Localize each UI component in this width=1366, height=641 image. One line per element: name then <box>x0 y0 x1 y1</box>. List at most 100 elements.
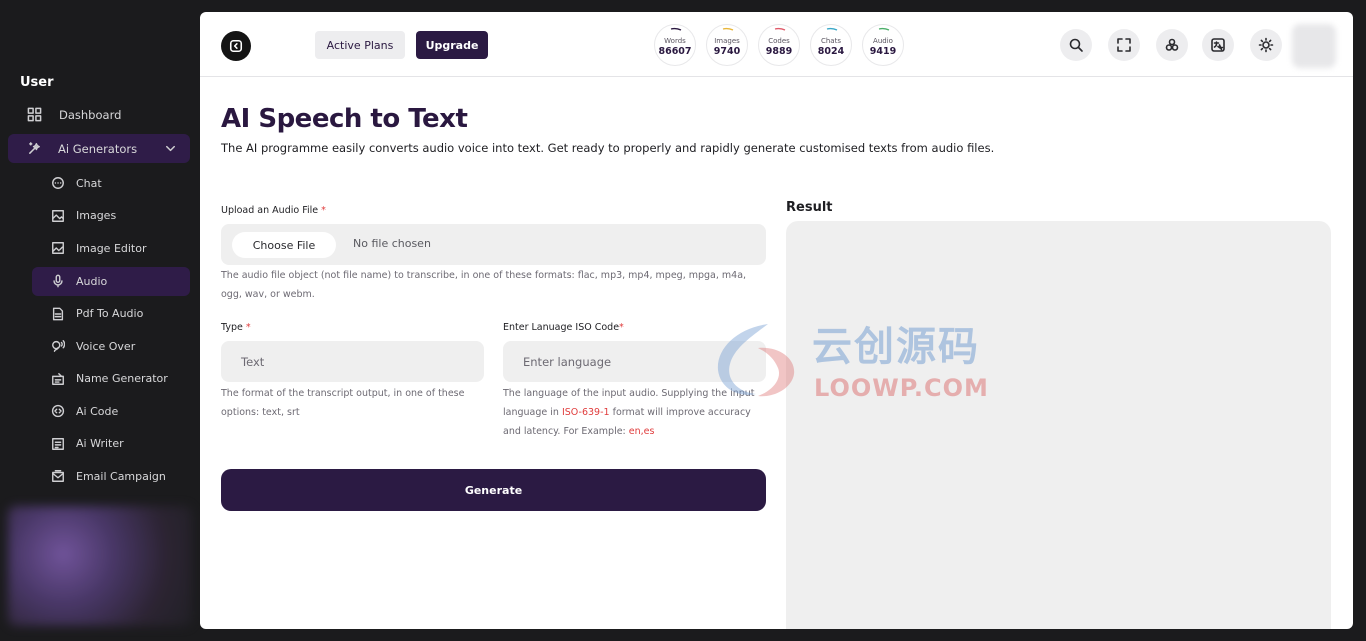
generate-button[interactable]: Generate <box>221 469 766 511</box>
sidebar-item-label: Voice Over <box>76 339 136 353</box>
sidebar-item-label: Ai Writer <box>76 437 124 451</box>
upload-label-text: Upload an Audio File <box>221 205 319 216</box>
stat-value: 8024 <box>817 46 845 57</box>
sidebar-item-label: Email Campaign <box>76 469 166 483</box>
sidebar-item-label: Chat <box>76 176 102 190</box>
topbar: Active Plans Upgrade Words 86607 Images … <box>200 12 1353 77</box>
image-icon <box>50 208 66 224</box>
image-editor-icon <box>50 240 66 256</box>
sun-icon <box>1258 37 1274 53</box>
stat-value: 9889 <box>765 46 793 57</box>
language-input[interactable]: Enter language <box>503 341 766 382</box>
avatar[interactable] <box>1292 24 1336 68</box>
language-placeholder: Enter language <box>523 354 612 369</box>
code-icon <box>50 403 66 419</box>
sidebar-heading: User <box>20 75 54 90</box>
required-mark: * <box>619 322 624 333</box>
usage-stats: Words 86607 Images 9740 Codes 9889 Chats… <box>654 24 904 66</box>
file-status: No file chosen <box>353 237 431 250</box>
sidebar-item-label: Images <box>76 209 117 223</box>
stat-label: Audio <box>873 37 893 45</box>
stat-codes: Codes 9889 <box>758 24 800 66</box>
result-output[interactable] <box>786 221 1331 629</box>
sidebar-item-email-campaign[interactable]: Email Campaign <box>0 460 200 493</box>
theme-toggle-button[interactable] <box>1250 29 1282 61</box>
chevron-down-icon[interactable] <box>162 141 178 157</box>
apps-button[interactable] <box>1156 29 1188 61</box>
type-label-text: Type <box>221 322 243 333</box>
sidebar-item-ai-code[interactable]: Ai Code <box>0 395 200 428</box>
dashboard-icon <box>26 107 42 123</box>
stat-arc <box>670 27 682 31</box>
sidebar: User Dashboard Ai Generators Chat Images <box>0 0 200 641</box>
sidebar-promo-card <box>8 506 192 626</box>
sidebar-item-dashboard[interactable]: Dashboard <box>0 100 200 129</box>
sidebar-item-ai-writer[interactable]: Ai Writer <box>0 428 200 461</box>
stat-words: Words 86607 <box>654 24 696 66</box>
type-value: Text <box>241 354 265 369</box>
fullscreen-icon <box>1117 38 1131 52</box>
stat-value: 86607 <box>658 46 692 57</box>
fullscreen-button[interactable] <box>1108 29 1140 61</box>
language-label-text: Enter Lanuage ISO Code <box>503 322 620 333</box>
sidebar-item-label: Name Generator <box>76 372 168 386</box>
stat-value: 9419 <box>869 46 897 57</box>
upload-help: The audio file object (not file name) to… <box>221 270 747 300</box>
language-label: Enter Lanuage ISO Code* <box>503 322 624 333</box>
upload-label: Upload an Audio File * <box>221 205 326 216</box>
stat-audio: Audio 9419 <box>862 24 904 66</box>
stat-arc <box>878 27 890 31</box>
name-generator-icon <box>50 371 66 387</box>
pdf-icon <box>50 306 66 322</box>
type-select[interactable]: Text <box>221 341 484 382</box>
sidebar-nav: Dashboard Ai Generators Chat Images Imag… <box>0 100 200 493</box>
sidebar-item-label: Ai Code <box>76 404 119 418</box>
sidebar-item-label: Pdf To Audio <box>76 307 144 321</box>
ai-generators-icon <box>26 141 42 157</box>
chat-icon <box>50 175 66 191</box>
stat-arc <box>826 27 838 31</box>
search-button[interactable] <box>1060 29 1092 61</box>
apps-icon <box>1165 38 1179 51</box>
main-panel: Active Plans Upgrade Words 86607 Images … <box>200 12 1353 629</box>
result-title: Result <box>786 200 833 215</box>
language-button[interactable] <box>1202 29 1234 61</box>
required-mark: * <box>245 322 251 333</box>
collapse-sidebar-button[interactable] <box>221 31 251 61</box>
stat-arc <box>774 27 786 31</box>
stat-label: Words <box>664 37 686 45</box>
email-icon <box>50 468 66 484</box>
type-label: Type * <box>221 322 251 333</box>
sidebar-item-label: Dashboard <box>59 107 122 122</box>
writer-icon <box>50 436 66 452</box>
stat-chats: Chats 8024 <box>810 24 852 66</box>
sidebar-item-name-generator[interactable]: Name Generator <box>0 363 200 396</box>
stat-label: Images <box>714 37 740 45</box>
audio-file-input[interactable]: Choose File No file chosen <box>221 224 766 265</box>
search-icon <box>1069 38 1083 52</box>
collapse-icon <box>229 39 243 53</box>
sidebar-item-pdf-to-audio[interactable]: Pdf To Audio <box>0 298 200 331</box>
stat-images: Images 9740 <box>706 24 748 66</box>
stat-value: 9740 <box>713 46 741 57</box>
stat-label: Codes <box>768 37 790 45</box>
active-plans-button[interactable]: Active Plans <box>315 31 405 59</box>
language-help: The language of the input audio. Supplyi… <box>503 384 765 441</box>
language-example: en,es <box>628 426 655 437</box>
voice-icon <box>50 338 66 354</box>
sidebar-item-label: Audio <box>76 274 108 288</box>
sidebar-item-image-editor[interactable]: Image Editor <box>0 232 200 265</box>
upgrade-button[interactable]: Upgrade <box>416 31 488 59</box>
sidebar-item-audio[interactable]: Audio <box>32 266 190 296</box>
required-mark: * <box>321 205 326 216</box>
iso-link[interactable]: ISO-639-1 <box>562 407 610 418</box>
stat-label: Chats <box>820 37 841 45</box>
sidebar-item-images[interactable]: Images <box>0 200 200 233</box>
translate-icon <box>1211 38 1225 52</box>
sidebar-item-chat[interactable]: Chat <box>0 167 200 200</box>
sidebar-item-label: Image Editor <box>76 241 147 255</box>
sidebar-item-voice-over[interactable]: Voice Over <box>0 330 200 363</box>
page-description: The AI programme easily converts audio v… <box>221 141 995 155</box>
sidebar-group-ai-generators[interactable]: Ai Generators <box>8 134 190 163</box>
choose-file-button[interactable]: Choose File <box>232 232 336 258</box>
